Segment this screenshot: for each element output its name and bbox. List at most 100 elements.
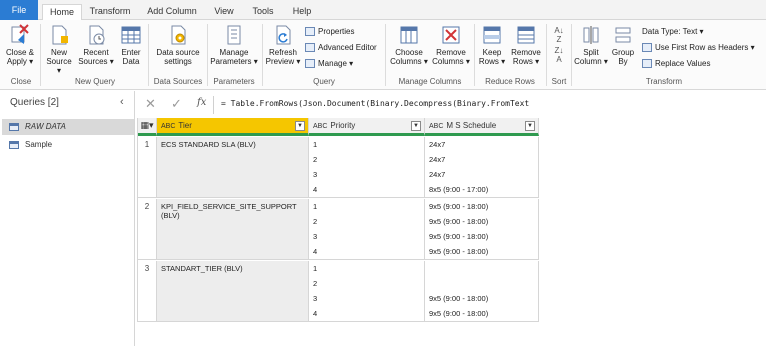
column-header-priority[interactable]: ABC Priority ▼ — [309, 118, 425, 136]
table-row[interactable]: 1 ECS STANDARD SLA (BLV) 1 2 3 4 24x7 24… — [138, 137, 539, 198]
properties-button[interactable]: Properties — [305, 26, 354, 38]
schedule-cell[interactable]: 9x5 (9:00 - 18:00) 9x5 (9:00 - 18:00) 9x… — [425, 199, 539, 259]
column-header-label: Priority — [330, 121, 356, 130]
priority-cell[interactable]: 1 2 3 4 — [309, 261, 425, 321]
row-number: 2 — [138, 199, 157, 259]
keep-rows-button[interactable]: Keep Rows ▾ — [477, 24, 507, 66]
separator — [474, 24, 475, 86]
split-column-label: Split Column ▾ — [574, 48, 608, 66]
query-item-sample[interactable]: Sample — [2, 137, 134, 153]
new-source-label: New Source ▾ — [46, 48, 72, 75]
ribbon-tab-strip: File Home Transform Add Column View Tool… — [0, 0, 766, 21]
column-header-schedule[interactable]: ABC M S Schedule ▼ — [425, 118, 539, 136]
schedule-value: 24x7 — [429, 170, 446, 179]
tier-cell[interactable]: KPI_FIELD_SERVICE_SITE_SUPPORT (BLV) — [157, 199, 309, 259]
type-icon: ABC — [161, 123, 176, 130]
tier-cell[interactable]: ECS STANDARD SLA (BLV) — [157, 137, 309, 197]
enter-data-button[interactable]: Enter Data — [118, 24, 144, 66]
keep-rows-icon — [483, 26, 501, 44]
refresh-preview-button[interactable]: Refresh Preview ▾ — [265, 24, 301, 66]
group-by-label: Group By — [611, 48, 635, 66]
tab-home[interactable]: Home — [42, 4, 82, 21]
tab-view[interactable]: View — [210, 4, 238, 20]
query-item-label: RAW DATA — [25, 122, 66, 131]
group-label-transform: Transform — [645, 77, 683, 86]
recent-sources-button[interactable]: Recent Sources ▾ — [78, 24, 114, 66]
remove-rows-label: Remove Rows ▾ — [511, 48, 541, 66]
type-icon: ABC — [429, 123, 444, 130]
sort-ascending-button[interactable]: A↓ Z — [549, 26, 569, 44]
advanced-editor-button[interactable]: Advanced Editor — [305, 42, 377, 54]
tab-help[interactable]: Help — [288, 4, 316, 20]
cancel-icon[interactable]: ✕ — [145, 96, 156, 112]
collapse-pane-icon[interactable]: ‹ — [120, 96, 124, 108]
group-by-button[interactable]: Group By — [610, 24, 636, 66]
priority-value: 3 — [313, 232, 318, 241]
use-first-row-label: Use First Row as Headers ▾ — [655, 43, 755, 52]
tier-cell[interactable]: STANDART_TIER (BLV) — [157, 261, 309, 321]
schedule-cell[interactable]: 24x7 24x7 24x7 8x5 (9:00 - 17:00) — [425, 137, 539, 197]
remove-columns-label: Remove Columns ▾ — [432, 48, 470, 66]
tab-add-column[interactable]: Add Column — [142, 4, 202, 20]
table-row[interactable]: 3 STANDART_TIER (BLV) 1 2 3 4 9x5 (9:00 … — [138, 261, 539, 322]
manage-button[interactable]: Manage ▾ — [305, 58, 353, 70]
confirm-icon[interactable]: ✓ — [171, 96, 182, 112]
group-label-parameters: Parameters — [213, 77, 255, 86]
split-column-button[interactable]: Split Column ▾ — [574, 24, 608, 66]
remove-rows-button[interactable]: Remove Rows ▾ — [509, 24, 543, 66]
group-label-query: Query — [313, 77, 335, 86]
new-source-button[interactable]: New Source ▾ — [44, 24, 74, 75]
filter-dropdown-icon[interactable]: ▼ — [295, 121, 305, 131]
priority-value: 4 — [313, 247, 318, 256]
data-source-settings-icon — [171, 25, 186, 45]
table-menu-icon[interactable]: ▦▾ — [138, 118, 157, 136]
tab-tools[interactable]: Tools — [248, 4, 278, 20]
replace-values-button[interactable]: Replace Values — [642, 58, 710, 70]
data-source-settings-button[interactable]: Data source settings — [152, 24, 204, 66]
tab-transform[interactable]: Transform — [86, 4, 134, 20]
separator — [40, 24, 41, 86]
manage-parameters-label: Manage Parameters ▾ — [210, 48, 258, 66]
group-label-data-sources: Data Sources — [153, 77, 203, 86]
schedule-value: 9x5 (9:00 - 18:00) — [429, 217, 489, 226]
manage-parameters-button[interactable]: Manage Parameters ▾ — [210, 24, 258, 66]
formula-bar: ✕ ✓ fx = Table.FromRows(Json.Document(Bi… — [137, 96, 766, 114]
schedule-value: 24x7 — [429, 155, 446, 164]
column-header-tier[interactable]: ABC Tier ▼ — [157, 118, 309, 136]
schedule-cell[interactable]: 9x5 (9:00 - 18:00) 9x5 (9:00 - 18:00) — [425, 261, 539, 321]
sort-ascending-icon: A↓ Z — [554, 26, 564, 44]
ribbon: Close & Apply ▾ New Source ▾ Recent Sour… — [0, 20, 766, 90]
filter-dropdown-icon[interactable]: ▼ — [411, 121, 421, 131]
separator — [262, 24, 263, 86]
enter-data-label: Enter Data — [121, 48, 141, 66]
data-grid: ▦▾ ABC Tier ▼ ABC Priority ▼ ABC M S Schedu… — [137, 118, 539, 322]
use-first-row-button[interactable]: Use First Row as Headers ▾ — [642, 42, 755, 54]
remove-columns-button[interactable]: Remove Columns ▾ — [431, 24, 471, 66]
separator — [148, 24, 149, 86]
filter-dropdown-icon[interactable]: ▼ — [525, 121, 535, 131]
query-item-raw-data[interactable]: RAW DATA — [2, 119, 134, 135]
close-apply-button[interactable]: Close & Apply ▾ — [3, 24, 37, 66]
type-icon: ABC — [313, 123, 328, 130]
group-label-sort: Sort — [551, 77, 567, 86]
data-source-settings-label: Data source settings — [156, 48, 200, 66]
formula-input[interactable]: = Table.FromRows(Json.Document(Binary.De… — [221, 99, 529, 108]
group-label-close: Close — [10, 77, 32, 86]
priority-cell[interactable]: 1 2 3 4 — [309, 199, 425, 259]
separator — [385, 24, 386, 86]
group-label-reduce-rows: Reduce Rows — [485, 77, 535, 86]
row-number: 1 — [138, 137, 157, 197]
refresh-preview-label: Refresh Preview ▾ — [265, 48, 301, 66]
tab-file[interactable]: File — [0, 0, 38, 20]
sort-descending-button[interactable]: Z↓ A — [549, 46, 569, 64]
data-type-dropdown[interactable]: Data Type: Text ▾ — [642, 26, 704, 38]
priority-value: 1 — [313, 264, 318, 273]
close-apply-icon — [11, 24, 29, 44]
schedule-value: 9x5 (9:00 - 18:00) — [429, 202, 489, 211]
priority-value: 4 — [313, 309, 318, 318]
choose-columns-button[interactable]: Choose Columns ▾ — [389, 24, 429, 66]
priority-cell[interactable]: 1 2 3 4 — [309, 137, 425, 197]
table-row[interactable]: 2 KPI_FIELD_SERVICE_SITE_SUPPORT (BLV) 1… — [138, 199, 539, 260]
table-icon — [9, 122, 19, 131]
row-number: 3 — [138, 261, 157, 321]
